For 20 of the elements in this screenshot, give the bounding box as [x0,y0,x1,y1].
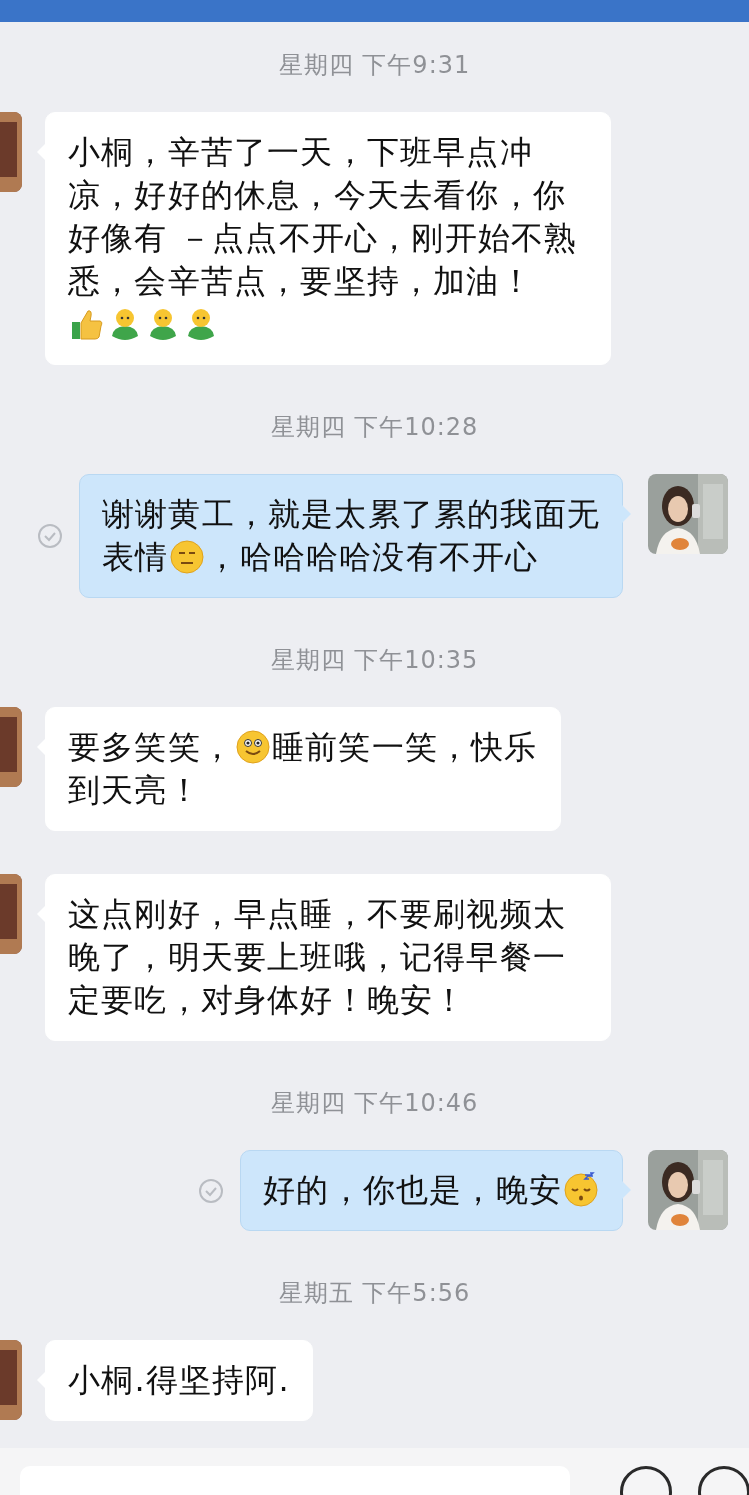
expressionless-face-icon [169,539,206,575]
message-text: 要多笑笑， [68,728,234,766]
message-text: 这点刚好，早点睡，不要刷视频太晚了，明天要上班哦，记得早餐一定要吃，对身体好！晚安！ [68,895,566,1019]
check-circle-icon [37,523,63,549]
timestamp: 星期四 下午10:35 [269,645,480,675]
timestamp: 星期四 下午9:31 [277,50,472,80]
message-text: 到天亮！ [68,771,201,809]
message-text: 小桐.得坚持阿. [68,1361,290,1399]
message-text: 睡前笑一笑，快乐 [272,728,538,766]
message-text: ，哈哈哈哈没有不开心 [206,538,539,576]
timestamp: 星期五 下午5:56 [277,1278,472,1308]
timestamp: 星期四 下午10:28 [269,412,480,442]
sleeping-face-icon [563,1172,599,1208]
check-circle-icon [198,1177,225,1204]
message-text: 谢谢黄工，就是太累了累的我面无 [102,495,600,533]
smiley-icon [235,729,271,765]
message-text: 小桐，辛苦了一天，下班早点冲凉，好好的休息，今天去看你，你好像有 －点点不开心，刚开始不熟悉，会辛苦点，要坚持，加油！ [68,133,578,300]
message-text: 好的，你也是，晚安 [263,1171,562,1209]
timestamp: 星期四 下午10:46 [269,1088,480,1118]
message-text: 表情 [102,538,169,576]
